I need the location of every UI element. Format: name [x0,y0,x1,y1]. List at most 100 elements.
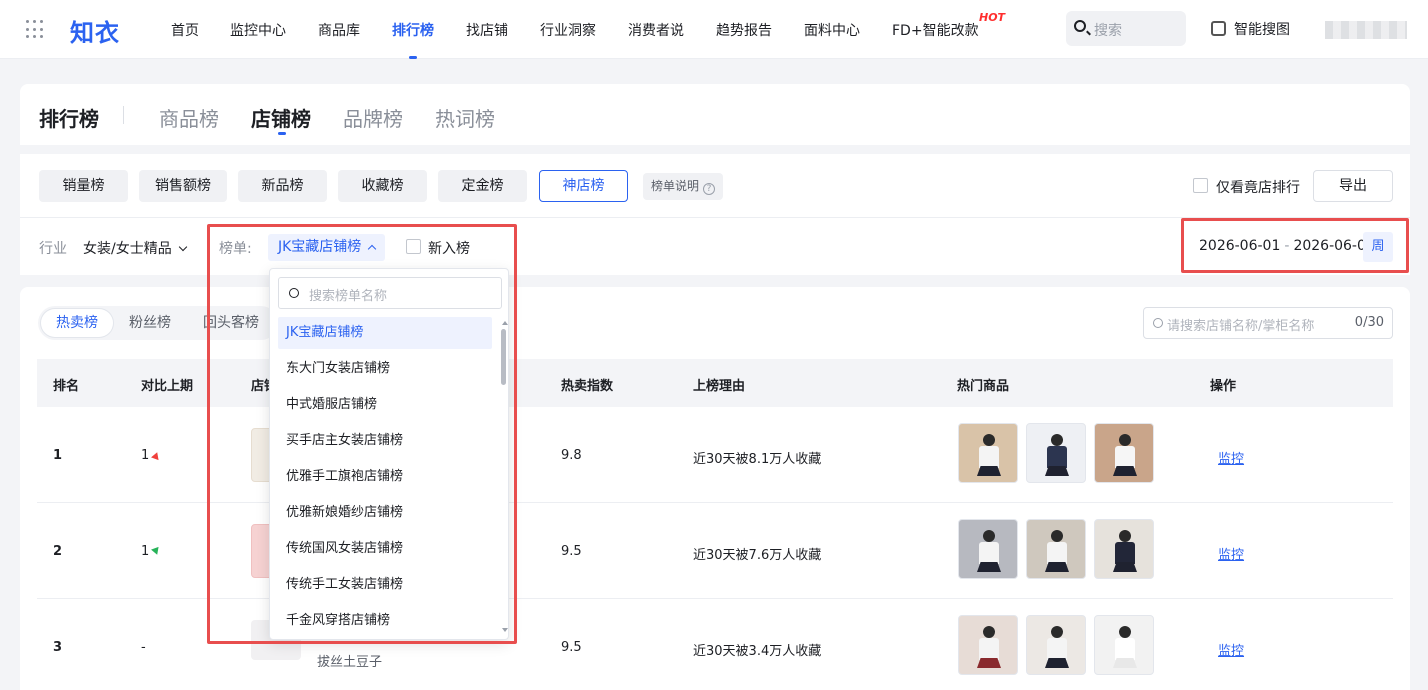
dropdown-scrollbar[interactable] [501,329,506,385]
column-action: 操作 [1210,379,1237,394]
monitor-link[interactable]: 监控 [1218,544,1244,563]
product-thumbnail[interactable] [1094,423,1154,483]
list-select[interactable]: JK宝藏店铺榜 [268,234,386,261]
segment-hot-sale[interactable]: 热卖榜 [41,309,113,337]
dropdown-option[interactable]: 买手店主女装店铺榜 [278,425,492,457]
segment-fans[interactable]: 粉丝榜 [114,309,186,337]
dropdown-option[interactable]: JK宝藏店铺榜 [278,317,492,349]
image-search-button[interactable]: 智能搜图 [1211,19,1290,39]
product-thumbnail[interactable] [1026,519,1086,579]
global-search-placeholder: 搜索 [1094,23,1122,39]
column-hot-products: 热门商品 [957,379,1010,394]
dropdown-search-input[interactable]: 搜索榜单名称 [278,277,502,309]
nav-item-rankings[interactable]: 排行榜 [392,20,434,40]
tab-brand-ranking[interactable]: 品牌榜 [343,103,403,132]
dropdown-option[interactable]: 传统国风女装店铺榜 [278,533,492,565]
dropdown-option[interactable]: 东大门女装店铺榜 [278,353,492,385]
dropdown-search-placeholder: 搜索榜单名称 [309,289,388,304]
nav-item-industry[interactable]: 行业洞察 [540,20,596,40]
product-thumbnail[interactable] [1026,423,1086,483]
shop-search-count: 0/30 [1354,315,1384,330]
ranking-table-panel: 热卖榜 粉丝榜 回头客榜 请搜索店铺名称/掌柜名称 0/30 排名 对比上期 店… [20,287,1410,690]
product-thumbnail[interactable] [958,519,1018,579]
column-hot-index: 热卖指数 [561,379,614,394]
chip-new-products[interactable]: 新品榜 [238,170,327,202]
monitor-link[interactable]: 监控 [1218,448,1244,467]
nav-item-trend-report[interactable]: 趋势报告 [716,20,772,40]
chip-favorites[interactable]: 收藏榜 [338,170,427,202]
nav-item-consumer[interactable]: 消费者说 [628,20,684,40]
trend-down-icon [151,546,162,557]
trend-up-icon [151,450,162,461]
nav-item-products[interactable]: 商品库 [318,20,360,40]
hot-index-cell: 9.8 [561,448,582,463]
period-week-button[interactable]: 周 [1363,232,1393,262]
nav-item-find-shop[interactable]: 找店铺 [466,20,508,40]
list-explain-button[interactable]: 榜单说明? [643,173,724,200]
export-button[interactable]: 导出 [1313,170,1393,202]
scan-icon [1211,21,1226,36]
only-competitor-checkbox[interactable] [1193,178,1208,193]
help-icon: ? [703,183,716,195]
chip-sales-volume[interactable]: 销量榜 [39,170,128,202]
list-dropdown-menu: 搜索榜单名称 JK宝藏店铺榜 东大门女装店铺榜 中式婚服店铺榜 买手店主女装店铺… [269,268,509,640]
dropdown-option[interactable]: 中式婚服店铺榜 [278,389,492,421]
page-title: 排行榜 [39,107,99,131]
industry-select[interactable]: 女装/女士精品 [83,238,187,258]
nav-item-monitor[interactable]: 监控中心 [230,20,286,40]
new-entry-checkbox[interactable] [406,239,421,254]
new-entry-label: 新入榜 [428,241,470,257]
search-icon [1153,318,1163,328]
reason-cell: 近30天被7.6万人收藏 [693,548,822,563]
product-thumbnail[interactable] [958,423,1018,483]
industry-value: 女装/女士精品 [83,241,172,257]
search-icon [289,288,299,298]
segment-returning[interactable]: 回头客榜 [188,309,274,337]
product-thumbnail[interactable] [1094,615,1154,675]
app-grid-icon[interactable] [26,20,46,40]
rank-cell: 3 [53,640,63,655]
hot-badge: HOT [979,11,1006,24]
scroll-up-icon[interactable] [502,321,508,325]
filter-divider [20,217,1410,218]
title-divider [123,106,124,124]
change-cell: 1 [141,544,162,559]
logo[interactable]: 知衣 [70,13,120,48]
global-search-input[interactable]: 搜索 [1066,11,1186,46]
product-thumbnail[interactable] [958,615,1018,675]
shop-name[interactable]: 拔丝土豆子 [317,651,382,670]
tab-active-indicator [278,132,286,135]
monitor-link[interactable]: 监控 [1218,640,1244,659]
tab-keyword-ranking[interactable]: 热词榜 [435,103,495,132]
rank-cell: 2 [53,544,63,559]
column-change: 对比上期 [141,379,194,394]
nav-item-fd-smart[interactable]: FD+智能改款 [892,20,979,40]
product-thumbnail[interactable] [1094,519,1154,579]
nav-item-home[interactable]: 首页 [171,20,199,40]
chevron-down-icon [178,242,187,252]
column-rank: 排名 [53,379,80,394]
product-thumbnail[interactable] [1026,615,1086,675]
top-nav: 知衣 首页 监控中心 商品库 排行榜 找店铺 行业洞察 消费者说 趋势报告 面料… [0,0,1428,59]
column-reason: 上榜理由 [693,379,746,394]
dropdown-option[interactable]: 千金风穿搭店铺榜 [278,605,492,637]
chip-top-shops[interactable]: 神店榜 [539,170,628,202]
date-range-picker[interactable]: 2026-06-01-2026-06-07 [1199,238,1375,254]
tab-shop-ranking[interactable]: 店铺榜 [251,103,311,132]
user-avatar[interactable] [1325,21,1407,39]
dropdown-option[interactable]: 优雅新娘婚纱店铺榜 [278,497,492,529]
table-row: 2 1 9.5 近30天被7.6万人收藏 监控 [37,503,1393,599]
only-competitor-label: 仅看竟店排行 [1216,180,1300,196]
tab-product-ranking[interactable]: 商品榜 [159,103,219,132]
scroll-down-icon[interactable] [502,628,508,632]
chip-deposit[interactable]: 定金榜 [438,170,527,202]
dropdown-option[interactable]: 传统手工女装店铺榜 [278,569,492,601]
nav-active-indicator [409,56,417,59]
nav-item-fabric[interactable]: 面料中心 [804,20,860,40]
hot-index-cell: 9.5 [561,544,582,559]
change-value: - [141,640,146,655]
image-search-label: 智能搜图 [1234,22,1290,38]
chip-sales-amount[interactable]: 销售额榜 [139,170,227,202]
dropdown-option[interactable]: 优雅手工旗袍店铺榜 [278,461,492,493]
shop-search-input[interactable]: 请搜索店铺名称/掌柜名称 0/30 [1143,307,1393,339]
